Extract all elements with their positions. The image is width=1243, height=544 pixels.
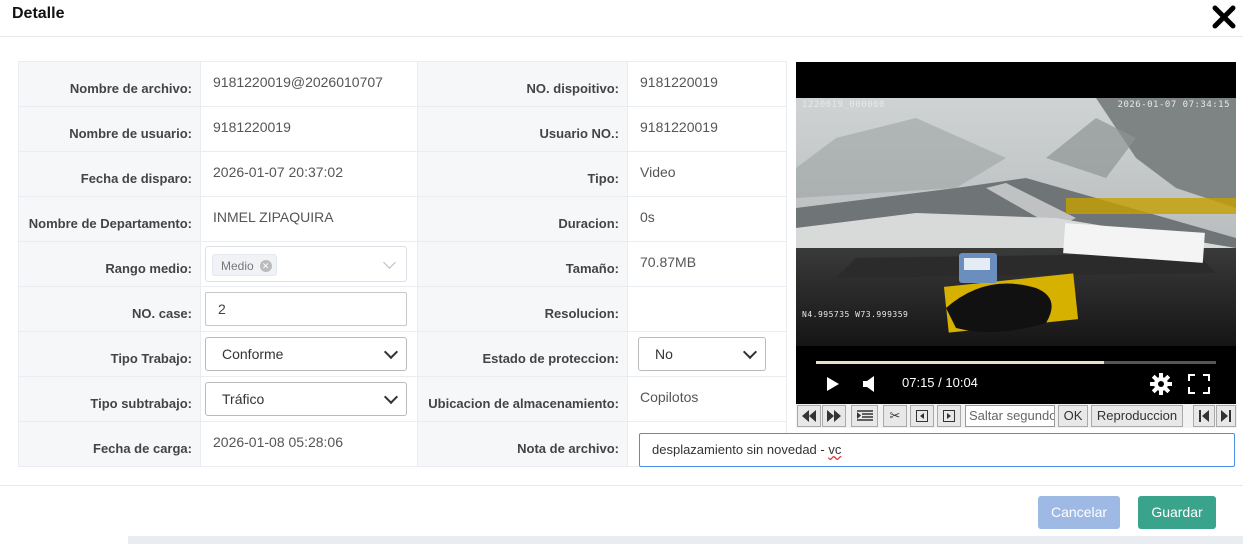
skip-start-icon[interactable] (1193, 405, 1215, 427)
work-type-cell: Conforme (200, 331, 418, 377)
value-user-no: 9181220019 (627, 106, 787, 152)
chevron-down-icon (383, 389, 399, 405)
value-department: INMEL ZIPAQUIRA (200, 196, 418, 242)
label-upload-date: Fecha de carga: (18, 421, 201, 467)
footer-divider (0, 485, 1243, 486)
label-protection-state: Estado de proteccion: (417, 331, 628, 377)
value-resolution (627, 286, 787, 332)
modal-header: Detalle (0, 0, 1243, 37)
detail-form: Nombre de archivo: 9181220019@2026010707… (18, 61, 787, 467)
background-table-strip (128, 536, 1243, 544)
rewind-icon[interactable] (797, 405, 821, 427)
osd-device-label: 1220019_000000 (802, 100, 885, 110)
fullscreen-icon[interactable] (1188, 374, 1210, 399)
table-row: NO. case: 2 Resolucion: (18, 286, 787, 332)
chevron-down-icon (383, 256, 396, 269)
fast-forward-icon[interactable] (822, 405, 846, 427)
table-row: Nombre de usuario: 9181220019 Usuario NO… (18, 106, 787, 152)
chevron-down-icon (742, 344, 758, 360)
work-subtype-cell: Tráfico (200, 376, 418, 422)
player-toolbar: ✂ Saltar segundos OK Reproduccion (796, 404, 1237, 428)
value-storage-location: Copilotos (627, 376, 787, 422)
protection-state-value: No (655, 346, 673, 362)
media-range-cell: Medio ✕ (200, 241, 418, 287)
osd-timestamp: 2026-01-07 07:34:15 (1117, 100, 1230, 110)
label-file-name: Nombre de archivo: (18, 61, 201, 107)
protection-state-select[interactable]: No (638, 337, 766, 371)
video-frame: 1220019_000000 2026-01-07 07:34:15 N4.99… (796, 98, 1236, 346)
media-range-tag-label: Medio (221, 259, 254, 273)
gear-icon[interactable] (1150, 373, 1172, 400)
media-range-select[interactable]: Medio ✕ (205, 246, 407, 282)
case-no-input[interactable]: 2 (205, 292, 407, 326)
label-trigger-date: Fecha de disparo: (18, 151, 201, 197)
label-work-subtype: Tipo subtrabajo: (18, 376, 201, 422)
step-forward-icon[interactable] (937, 405, 961, 427)
list-icon[interactable] (851, 405, 878, 427)
label-type: Tipo: (417, 151, 628, 197)
file-note-text: desplazamiento sin novedad - (652, 442, 829, 457)
label-work-type: Tipo Trabajo: (18, 331, 201, 377)
table-row: Tipo Trabajo: Conforme Estado de protecc… (18, 331, 787, 377)
media-range-tag: Medio ✕ (212, 254, 277, 276)
label-file-note: Nota de archivo: (417, 421, 628, 467)
step-back-icon[interactable] (910, 405, 934, 427)
cancel-button[interactable]: Cancelar (1038, 496, 1120, 529)
value-size: 70.87MB (627, 241, 787, 287)
label-department: Nombre de Departamento: (18, 196, 201, 242)
label-user-name: Nombre de usuario: (18, 106, 201, 152)
value-user-name: 9181220019 (200, 106, 418, 152)
label-user-no: Usuario NO.: (417, 106, 628, 152)
value-trigger-date: 2026-01-07 20:37:02 (200, 151, 418, 197)
seek-seconds-input[interactable]: Saltar segundos (965, 405, 1055, 427)
video-player[interactable]: 1220019_000000 2026-01-07 07:34:15 N4.99… (796, 62, 1236, 404)
modal-title: Detalle (12, 5, 65, 22)
label-duration: Duracion: (417, 196, 628, 242)
volume-icon[interactable] (862, 376, 876, 397)
play-icon[interactable] (826, 376, 840, 397)
work-subtype-value: Tráfico (222, 391, 265, 407)
protection-state-cell: No (627, 331, 787, 377)
osd-gps: N4.995735 W73.999359 (802, 310, 909, 319)
value-file-name: 9181220019@2026010707 (200, 61, 418, 107)
scissors-icon[interactable]: ✂ (883, 405, 907, 427)
work-subtype-select[interactable]: Tráfico (205, 382, 407, 416)
table-row: Tipo subtrabajo: Tráfico Ubicacion de al… (18, 376, 787, 422)
file-note-input[interactable]: desplazamiento sin novedad - vc (639, 433, 1235, 467)
value-type: Video (627, 151, 787, 197)
table-row: Nombre de archivo: 9181220019@2026010707… (18, 61, 787, 107)
label-resolution: Resolucion: (417, 286, 628, 332)
tag-remove-icon[interactable]: ✕ (259, 260, 272, 272)
close-icon[interactable] (1211, 4, 1237, 30)
value-device-no: 9181220019 (627, 61, 787, 107)
label-size: Tamaño: (417, 241, 628, 287)
label-media-range: Rango medio: (18, 241, 201, 287)
label-case-no: NO. case: (18, 286, 201, 332)
label-storage-location: Ubicacion de almacenamiento: (417, 376, 628, 422)
chevron-down-icon (383, 344, 399, 360)
table-row: Nombre de Departamento: INMEL ZIPAQUIRA … (18, 196, 787, 242)
table-row: Fecha de disparo: 2026-01-07 20:37:02 Ti… (18, 151, 787, 197)
video-time: 07:15 / 10:04 (902, 375, 978, 390)
work-type-select[interactable]: Conforme (205, 337, 407, 371)
table-row: Rango medio: Medio ✕ Tamaño: 70.87MB (18, 241, 787, 287)
case-no-cell: 2 (200, 286, 418, 332)
video-progress-fill (816, 361, 1104, 364)
playback-button[interactable]: Reproduccion (1091, 405, 1183, 427)
file-note-misspelled: vc (828, 442, 842, 457)
save-button[interactable]: Guardar (1138, 496, 1216, 529)
value-duration: 0s (627, 196, 787, 242)
ok-button[interactable]: OK (1058, 405, 1088, 427)
video-progress-bar[interactable] (816, 361, 1216, 364)
skip-end-icon[interactable] (1216, 405, 1236, 427)
value-upload-date: 2026-01-08 05:28:06 (200, 421, 418, 467)
work-type-value: Conforme (222, 346, 284, 362)
label-device-no: NO. dispoitivo: (417, 61, 628, 107)
